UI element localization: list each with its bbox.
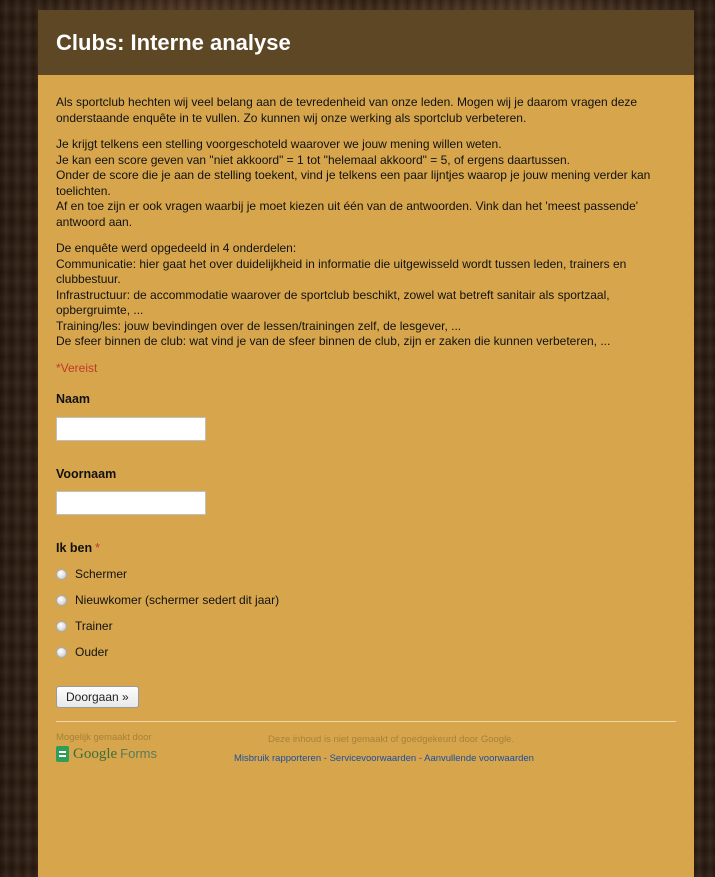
- radio-option-nieuwkomer[interactable]: Nieuwkomer (schermer sedert dit jaar): [56, 588, 676, 614]
- required-note: *Vereist: [56, 360, 98, 375]
- footer-links: Misbruik rapporteren - Servicevoorwaarde…: [234, 751, 534, 767]
- description-sections: De enquête werd opgedeeld in 4 onderdele…: [56, 241, 627, 348]
- powered-by-text: Mogelijk gemaakt door: [56, 731, 152, 743]
- question-label-ik-ben: Ik ben *: [56, 541, 676, 557]
- google-forms-logo[interactable]: Google Forms: [56, 746, 157, 763]
- google-disclaimer: Deze inhoud is niet gemaakt of goedgekeu…: [268, 733, 515, 745]
- form-description: Als sportclub hechten wij veel belang aa…: [56, 95, 676, 350]
- radio-button[interactable]: [56, 647, 67, 658]
- form-title: Clubs: Interne analyse: [56, 30, 291, 55]
- ik-ben-label: Ik ben: [56, 541, 93, 555]
- naam-label: Naam: [56, 392, 91, 406]
- form-content: Als sportclub hechten wij veel belang aa…: [38, 75, 694, 782]
- continue-button[interactable]: Doorgaan »: [56, 685, 139, 708]
- radio-button[interactable]: [56, 569, 67, 580]
- radio-option-schermer[interactable]: Schermer: [56, 562, 676, 588]
- form-card: Clubs: Interne analyse Als sportclub hec…: [38, 10, 694, 877]
- additional-terms-link[interactable]: Aanvullende voorwaarden: [424, 753, 534, 764]
- radio-label: Trainer: [75, 618, 113, 633]
- google-forms-icon: [56, 745, 69, 762]
- description-intro: Als sportclub hechten wij veel belang aa…: [56, 95, 638, 125]
- link-separator: -: [321, 752, 330, 764]
- report-abuse-link[interactable]: Misbruik rapporteren: [234, 753, 321, 764]
- question-label-voornaam: Voornaam: [56, 467, 676, 483]
- question-label-naam: Naam: [56, 392, 676, 408]
- naam-input[interactable]: [56, 416, 206, 441]
- radio-button[interactable]: [56, 621, 67, 632]
- terms-of-service-link[interactable]: Servicevoorwaarden: [330, 753, 417, 764]
- logo-product: Forms: [120, 745, 158, 761]
- radio-button[interactable]: [56, 595, 67, 606]
- form-footer: Mogelijk gemaakt door Google Forms Deze i…: [56, 722, 676, 782]
- radio-option-ouder[interactable]: Ouder: [56, 640, 676, 666]
- form-header: Clubs: Interne analyse: [38, 10, 694, 75]
- radio-label: Nieuwkomer (schermer sedert dit jaar): [75, 592, 280, 607]
- link-separator: -: [416, 752, 425, 764]
- radio-label: Ouder: [75, 644, 109, 659]
- radio-option-trainer[interactable]: Trainer: [56, 614, 676, 640]
- logo-word: Google: [73, 745, 118, 762]
- radio-label: Schermer: [75, 566, 128, 581]
- voornaam-input[interactable]: [56, 491, 206, 515]
- required-star: *: [95, 541, 100, 555]
- voornaam-label: Voornaam: [56, 466, 117, 481]
- ik-ben-radio-group: Schermer Nieuwkomer (schermer sedert dit…: [56, 562, 676, 666]
- description-instructions: Je krijgt telkens een stelling voorgesch…: [56, 137, 651, 229]
